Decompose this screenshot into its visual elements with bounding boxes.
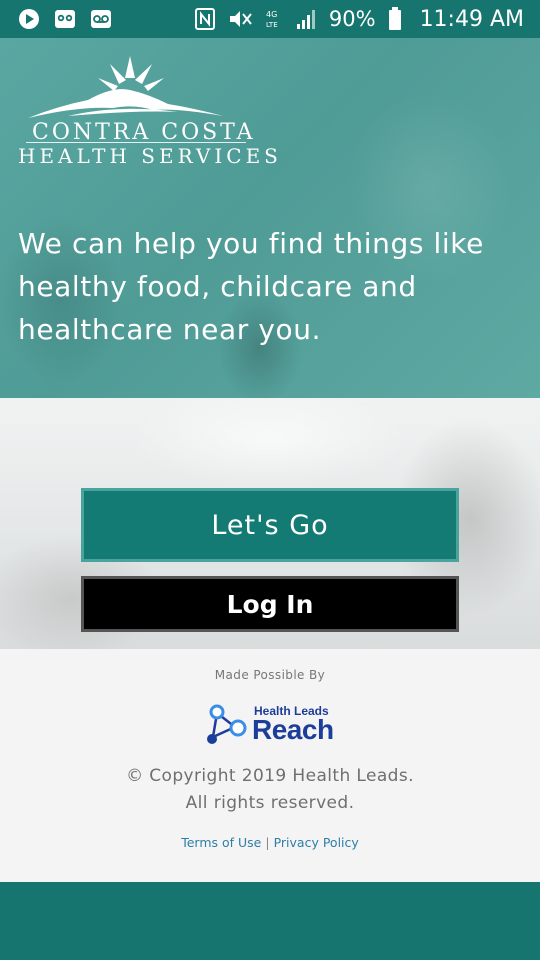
- bottom-color-strip: [0, 882, 540, 960]
- svg-text:4G: 4G: [266, 10, 277, 19]
- nfc-icon: [194, 8, 215, 30]
- svg-text:LTE: LTE: [266, 21, 278, 29]
- legal-separator: |: [265, 835, 270, 850]
- reach-network-icon: [207, 704, 247, 744]
- battery-percent: 90%: [328, 7, 376, 31]
- terms-of-use-link[interactable]: Terms of Use: [181, 835, 261, 850]
- hero-tagline: We can help you find things like healthy…: [18, 227, 484, 346]
- copyright-text: © Copyright 2019 Health Leads. All right…: [0, 763, 540, 817]
- signal-icon: [295, 8, 317, 30]
- reach-logo-big-text: Reach: [252, 714, 334, 745]
- lets-go-button[interactable]: Let's Go: [81, 488, 459, 562]
- mute-icon: [227, 8, 253, 30]
- log-in-button[interactable]: Log In: [81, 576, 459, 632]
- status-bar: 4G LTE 90% 11:49 AM: [0, 0, 540, 38]
- voicemail-icon: [90, 9, 112, 29]
- legal-links: Terms of Use | Privacy Policy: [0, 835, 540, 850]
- play-circle-icon: [18, 8, 40, 30]
- copyright-line2: All rights reserved.: [185, 793, 355, 813]
- clock: 11:49 AM: [419, 6, 524, 32]
- status-bar-left: [18, 8, 112, 30]
- logo-text-line2: HEALTH SERVICES: [18, 144, 282, 168]
- status-bar-right: 4G LTE 90% 11:49 AM: [194, 6, 524, 32]
- footer: Made Possible By Health Leads Reach © Co…: [0, 649, 540, 882]
- action-section: Let's Go Log In: [0, 398, 540, 649]
- health-leads-reach-logo: Health Leads Reach: [205, 703, 337, 747]
- owl-icon: [54, 9, 76, 29]
- contra-costa-logo: CONTRA COSTA HEALTH SERVICES: [18, 56, 278, 168]
- 4g-lte-icon: 4G LTE: [265, 8, 283, 30]
- mountain-sun-logo-icon: [28, 56, 223, 118]
- battery-icon: [388, 7, 402, 31]
- made-possible-by-label: Made Possible By: [214, 668, 326, 682]
- hero-section: CONTRA COSTA HEALTH SERVICES We can help…: [0, 38, 540, 398]
- privacy-policy-link[interactable]: Privacy Policy: [274, 835, 359, 850]
- logo-divider: [26, 142, 246, 143]
- copyright-line1: © Copyright 2019 Health Leads.: [126, 766, 414, 786]
